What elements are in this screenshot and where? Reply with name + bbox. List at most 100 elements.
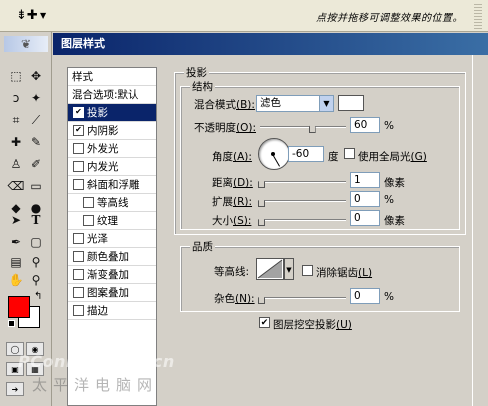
- contour-preview[interactable]: [256, 258, 284, 280]
- style-item-bevel-emboss[interactable]: 斜面和浮雕: [68, 176, 156, 194]
- opacity-unit: %: [384, 120, 394, 132]
- zoom-icon[interactable]: ⚲: [26, 270, 46, 290]
- style-item-inner-shadow[interactable]: ✔ 内阴影: [68, 122, 156, 140]
- style-item-satin[interactable]: 光泽: [68, 230, 156, 248]
- brush-icon[interactable]: ✎: [26, 132, 46, 152]
- opacity-slider-track[interactable]: [260, 126, 346, 128]
- crop-icon[interactable]: ⌗: [6, 110, 26, 130]
- distance-unit: 像素: [384, 177, 405, 189]
- style-checkbox[interactable]: [73, 304, 84, 316]
- style-item-label: 图案叠加: [87, 287, 129, 299]
- spread-slider-track[interactable]: [260, 200, 346, 202]
- eraser-icon[interactable]: ⌫: [6, 176, 26, 196]
- size-label: 大小(S):: [212, 215, 252, 227]
- style-item-gradient-overlay[interactable]: 渐变叠加: [68, 266, 156, 284]
- noise-field[interactable]: 0: [350, 288, 380, 304]
- size-slider-track[interactable]: [260, 219, 346, 221]
- style-item-label: 纹理: [97, 215, 118, 227]
- structure-title: 结构: [190, 79, 215, 94]
- knockout-checkbox[interactable]: ✔: [259, 317, 270, 328]
- style-item-pattern-overlay[interactable]: 图案叠加: [68, 284, 156, 302]
- style-item-contour[interactable]: 等高线: [68, 194, 156, 212]
- noise-unit: %: [384, 291, 394, 303]
- options-hint-text: 点按并拖移可调整效果的位置。: [316, 13, 463, 24]
- opacity-field[interactable]: 60: [350, 117, 380, 133]
- style-checkbox[interactable]: [83, 196, 94, 208]
- blend-mode-value: 滤色: [260, 97, 281, 109]
- eyedropper-icon[interactable]: ⚲: [26, 252, 46, 272]
- style-item-texture[interactable]: 纹理: [68, 212, 156, 230]
- default-colors-icon[interactable]: [8, 320, 15, 327]
- pen-icon[interactable]: ✒: [6, 232, 26, 252]
- style-checkbox[interactable]: ✔: [73, 106, 84, 118]
- magic-wand-icon[interactable]: ✦: [26, 88, 46, 108]
- notes-icon[interactable]: ▤: [6, 252, 26, 272]
- style-checkbox[interactable]: [83, 214, 94, 226]
- angle-center-dot: [271, 152, 275, 156]
- contour-curve-icon: [257, 259, 283, 279]
- foreground-color-swatch[interactable]: [8, 296, 30, 318]
- style-item-label: 描边: [87, 305, 108, 317]
- healing-icon[interactable]: ✚: [6, 132, 26, 152]
- drop-shadow-title: 投影: [184, 65, 209, 80]
- antialias-checkbox[interactable]: [302, 265, 313, 276]
- style-checkbox[interactable]: [73, 142, 84, 154]
- style-checkbox[interactable]: [73, 268, 84, 280]
- distance-slider-track[interactable]: [260, 181, 346, 183]
- history-brush-icon[interactable]: ✐: [26, 154, 46, 174]
- style-item-inner-glow[interactable]: 内发光: [68, 158, 156, 176]
- style-checkbox[interactable]: [73, 232, 84, 244]
- path-select-icon[interactable]: ➤: [6, 210, 26, 230]
- angle-unit: 度: [328, 151, 339, 163]
- marquee-icon[interactable]: ⬚: [6, 66, 26, 86]
- style-item-stroke[interactable]: 描边: [68, 302, 156, 320]
- size-field[interactable]: 0: [350, 210, 380, 226]
- style-checkbox[interactable]: [73, 178, 84, 190]
- move-icon[interactable]: ✥: [26, 66, 46, 86]
- shape-icon[interactable]: ▢: [26, 232, 46, 252]
- style-item-label: 颜色叠加: [87, 251, 129, 263]
- angle-field[interactable]: -60: [288, 146, 324, 162]
- style-item-outer-glow[interactable]: 外发光: [68, 140, 156, 158]
- style-item-label: 内阴影: [87, 125, 119, 137]
- palette-grip[interactable]: [474, 3, 482, 29]
- contour-dropdown-icon[interactable]: ▼: [284, 258, 294, 280]
- spread-label: 扩展(R):: [212, 196, 253, 208]
- style-checkbox[interactable]: [73, 160, 84, 172]
- feather-logo-icon[interactable]: ❦: [4, 36, 48, 52]
- hand-icon[interactable]: ✋: [6, 270, 26, 290]
- slice-icon[interactable]: ⟋: [26, 110, 46, 130]
- style-item-color-overlay[interactable]: 颜色叠加: [68, 248, 156, 266]
- type-icon[interactable]: T: [26, 210, 46, 230]
- noise-slider-track[interactable]: [260, 297, 346, 299]
- knockout-label: 图层挖空投影(U): [273, 319, 352, 331]
- style-item-label: 外发光: [87, 143, 119, 155]
- chevron-down-icon[interactable]: ▼: [319, 96, 333, 111]
- size-unit: 像素: [384, 215, 405, 227]
- spread-unit: %: [384, 194, 394, 206]
- quality-title: 品质: [190, 239, 215, 254]
- lasso-icon[interactable]: ↄ: [6, 88, 26, 108]
- style-checkbox[interactable]: [73, 250, 84, 262]
- shadow-color-swatch[interactable]: [338, 95, 364, 111]
- jump-to-imageready-icon[interactable]: ➔: [6, 382, 24, 396]
- preset-dropdown-arrow-icon[interactable]: ▼: [40, 11, 46, 20]
- style-item-label: 光泽: [87, 233, 108, 245]
- opacity-label: 不透明度(O):: [194, 122, 256, 134]
- style-item-label: 等高线: [97, 197, 129, 209]
- style-checkbox[interactable]: ✔: [73, 124, 84, 136]
- blending-options-item[interactable]: 混合选项:默认: [68, 86, 156, 104]
- blend-mode-label: 混合模式(B):: [194, 99, 255, 111]
- style-item-label: 渐变叠加: [87, 269, 129, 281]
- global-light-checkbox[interactable]: [344, 148, 355, 159]
- style-list-header[interactable]: 样式: [68, 68, 156, 86]
- style-item-drop-shadow[interactable]: ✔ 投影: [68, 104, 156, 122]
- move-tool-icon[interactable]: ⇟✚: [16, 8, 38, 23]
- stamp-icon[interactable]: ♙: [6, 154, 26, 174]
- watermark-site-name: 太平洋电脑网: [32, 376, 159, 394]
- spread-field[interactable]: 0: [350, 191, 380, 207]
- distance-field[interactable]: 1: [350, 172, 380, 188]
- gradient-icon[interactable]: ▭: [26, 176, 46, 196]
- swap-colors-icon[interactable]: ↰: [34, 291, 42, 302]
- style-checkbox[interactable]: [73, 286, 84, 298]
